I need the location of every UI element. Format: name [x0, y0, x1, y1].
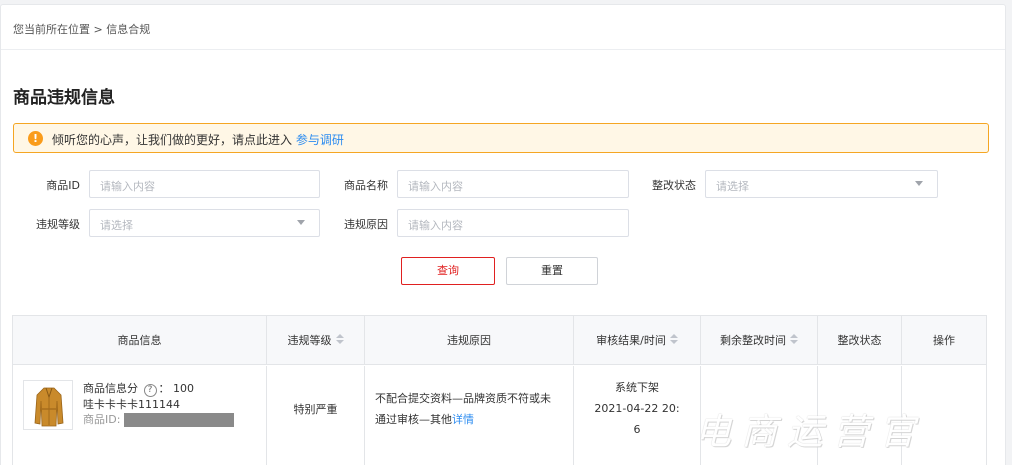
chevron-down-icon — [915, 181, 923, 186]
coat-icon — [34, 387, 64, 427]
product-score: 100 — [173, 382, 194, 395]
query-button[interactable]: 查询 — [401, 257, 495, 285]
audit-time-tail: 6 — [633, 423, 641, 436]
product-name-input[interactable]: 请输入内容 — [397, 170, 629, 198]
th-product-info: 商品信息 — [13, 316, 267, 365]
violation-reason-text: 不配合提交资料—品牌资质不符或未 通过审核—其他详情 — [375, 392, 551, 426]
violation-reason-input[interactable]: 请输入内容 — [397, 209, 629, 237]
violation-level-value: 特别严重 — [293, 403, 338, 416]
breadcrumb: 您当前所在位置 > 信息合规 — [13, 23, 151, 36]
fix-status-placeholder: 请选择 — [716, 180, 749, 193]
divider — [1, 49, 1005, 50]
product-id-placeholder: 请输入内容 — [100, 180, 155, 193]
sort-icon[interactable] — [335, 334, 344, 346]
violation-reason-placeholder: 请输入内容 — [408, 219, 463, 232]
cell-audit: 系统下架 2021-04-22 20: 6 — [574, 366, 701, 465]
product-info-text: 商品信息分 ?： 100 哇卡卡卡卡111144 商品ID: — [83, 381, 235, 427]
th-remaining[interactable]: 剩余整改时间 — [701, 316, 818, 365]
warning-icon: ! — [28, 131, 43, 146]
sort-icon[interactable] — [669, 334, 678, 346]
redacted-id — [124, 413, 235, 427]
violation-level-placeholder: 请选择 — [100, 219, 133, 232]
product-thumbnail[interactable] — [23, 380, 73, 430]
audit-info: 系统下架 2021-04-22 20: 6 — [574, 377, 700, 440]
survey-notice: ! 倾听您的心声，让我们做的更好，请点此进入 参与调研 — [13, 123, 989, 153]
help-icon[interactable]: ? — [143, 384, 157, 397]
cell-reason: 不配合提交资料—品牌资质不符或未 通过审核—其他详情 — [365, 366, 574, 465]
reset-button[interactable]: 重置 — [506, 257, 598, 285]
product-id-input[interactable]: 请输入内容 — [89, 170, 320, 198]
page-title: 商品违规信息 — [13, 88, 115, 108]
product-name: 哇卡卡卡卡111144 — [83, 398, 180, 411]
table-header: 商品信息 违规等级 违规原因 审核结果/时间 剩余整改时间 整改状态 操作 — [13, 316, 986, 365]
product-id-line: 商品ID: — [83, 412, 235, 427]
violation-reason-label: 违规原因 — [344, 218, 388, 231]
product-score-line: 商品信息分 ?： 100 — [83, 382, 194, 397]
product-id-label: 商品ID: — [83, 413, 121, 426]
th-audit[interactable]: 审核结果/时间 — [574, 316, 701, 365]
notice-text: 倾听您的心声，让我们做的更好，请点此进入 — [52, 133, 293, 147]
product-name-placeholder: 请输入内容 — [408, 180, 463, 193]
audit-result: 系统下架 — [615, 381, 659, 394]
th-action: 操作 — [933, 334, 955, 347]
detail-link[interactable]: 详情 — [452, 413, 474, 426]
chevron-down-icon — [297, 220, 305, 225]
audit-time: 2021-04-22 20: — [594, 402, 680, 415]
fix-status-label: 整改状态 — [652, 179, 696, 192]
th-reason: 违规原因 — [365, 316, 574, 365]
survey-link[interactable]: 参与调研 — [296, 133, 344, 147]
notice-message: 倾听您的心声，让我们做的更好，请点此进入 参与调研 — [52, 131, 344, 148]
cell-product-info: 商品信息分 ?： 100 哇卡卡卡卡111144 商品ID: — [13, 366, 267, 465]
th-level[interactable]: 违规等级 — [267, 316, 365, 365]
violation-level-select[interactable]: 请选择 — [89, 209, 320, 237]
watermark-text: 电商运营官 — [695, 412, 926, 453]
cell-level: 特别严重 — [267, 366, 365, 465]
violation-level-label: 违规等级 — [36, 218, 80, 231]
fix-status-select[interactable]: 请选择 — [705, 170, 938, 198]
th-status: 整改状态 — [818, 316, 902, 365]
sort-icon[interactable] — [790, 334, 798, 346]
product-name-label: 商品名称 — [344, 179, 388, 192]
product-id-label: 商品ID — [46, 179, 80, 192]
